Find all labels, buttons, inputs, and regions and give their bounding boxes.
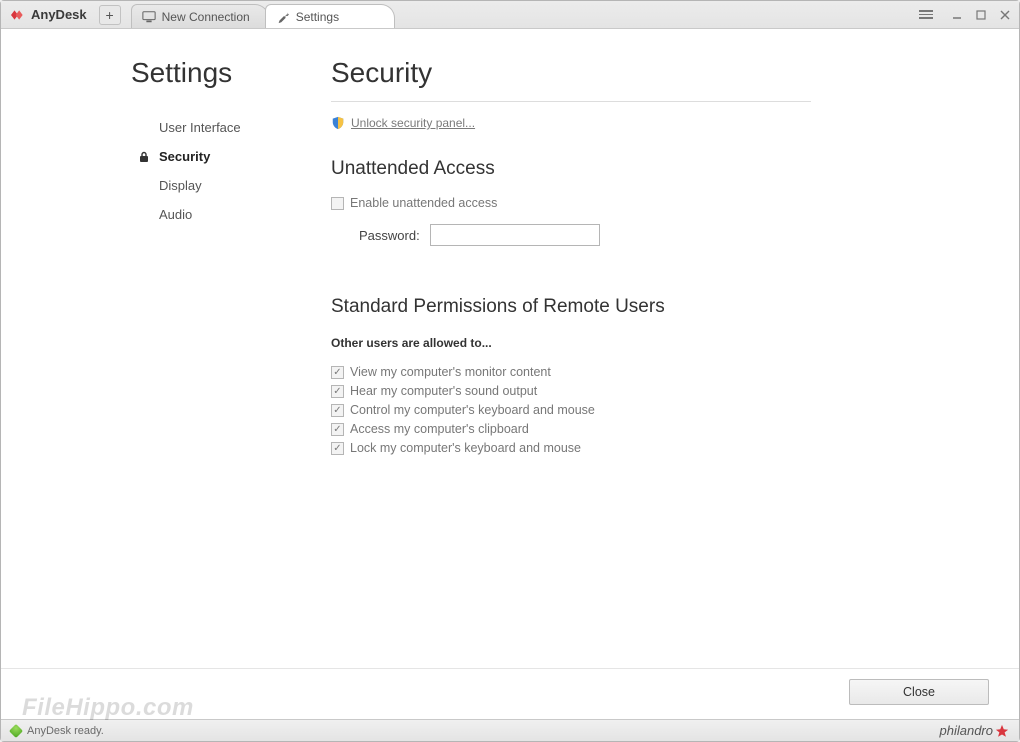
- status-indicator-icon: [9, 723, 23, 737]
- footer-brand: philandro: [940, 723, 1010, 738]
- close-window-button[interactable]: [997, 7, 1013, 23]
- perm-checkbox-control[interactable]: [331, 404, 344, 417]
- page-title: Security: [331, 57, 989, 89]
- sidebar-heading: Settings: [131, 57, 301, 89]
- footer-brand-text: philandro: [940, 723, 994, 738]
- enable-unattended-label: Enable unattended access: [350, 196, 497, 210]
- app-window: AnyDesk + New Connection Settings: [0, 0, 1020, 742]
- sidebar-item-audio[interactable]: Audio: [131, 200, 301, 229]
- minimize-button[interactable]: [949, 7, 965, 23]
- content-area: Settings User Interface Security Display…: [1, 29, 1019, 668]
- tab-settings[interactable]: Settings: [265, 4, 395, 28]
- perm-row: Hear my computer's sound output: [331, 384, 989, 398]
- perm-checkbox-lock[interactable]: [331, 442, 344, 455]
- perm-row: Access my computer's clipboard: [331, 422, 989, 436]
- sidebar-item-security[interactable]: Security: [131, 142, 301, 171]
- monitor-icon: [142, 10, 156, 24]
- tab-label: Settings: [296, 10, 339, 24]
- window-controls: [919, 7, 1013, 23]
- section-unattended-title: Unattended Access: [331, 158, 989, 180]
- password-label: Password:: [359, 228, 420, 243]
- unlock-row: Unlock security panel...: [331, 116, 989, 130]
- app-logo: AnyDesk: [11, 7, 87, 22]
- settings-sidebar: Settings User Interface Security Display…: [131, 57, 301, 668]
- divider: [331, 101, 811, 102]
- perm-label: View my computer's monitor content: [350, 365, 551, 379]
- new-tab-button[interactable]: +: [99, 5, 121, 25]
- philandro-icon: [995, 724, 1009, 738]
- permissions-list: View my computer's monitor content Hear …: [331, 360, 989, 460]
- tab-label: New Connection: [162, 10, 250, 24]
- password-row: Password:: [359, 224, 989, 246]
- perm-row: Control my computer's keyboard and mouse: [331, 403, 989, 417]
- sidebar-item-label: Audio: [159, 207, 192, 222]
- lock-icon: [137, 151, 151, 163]
- close-button[interactable]: Close: [849, 679, 989, 705]
- maximize-button[interactable]: [973, 7, 989, 23]
- shield-icon: [331, 116, 345, 130]
- bottom-bar: Close: [1, 668, 1019, 719]
- perm-checkbox-hear[interactable]: [331, 385, 344, 398]
- menu-icon[interactable]: [919, 10, 933, 19]
- section-permissions-title: Standard Permissions of Remote Users: [331, 296, 989, 318]
- perm-row: View my computer's monitor content: [331, 365, 989, 379]
- tab-new-connection[interactable]: New Connection: [131, 4, 269, 28]
- sidebar-item-user-interface[interactable]: User Interface: [131, 113, 301, 142]
- sidebar-item-label: User Interface: [159, 120, 241, 135]
- enable-unattended-checkbox[interactable]: [331, 197, 344, 210]
- perm-checkbox-view[interactable]: [331, 366, 344, 379]
- titlebar: AnyDesk + New Connection Settings: [1, 1, 1019, 29]
- status-bar: AnyDesk ready. philandro: [1, 719, 1019, 741]
- perm-checkbox-clipboard[interactable]: [331, 423, 344, 436]
- perm-label: Access my computer's clipboard: [350, 422, 529, 436]
- wrench-icon: [276, 10, 290, 24]
- password-input[interactable]: [430, 224, 600, 246]
- tab-bar: New Connection Settings: [131, 1, 391, 28]
- perm-row: Lock my computer's keyboard and mouse: [331, 441, 989, 455]
- anydesk-icon: [11, 8, 25, 22]
- perm-label: Hear my computer's sound output: [350, 384, 537, 398]
- perm-label: Control my computer's keyboard and mouse: [350, 403, 595, 417]
- sidebar-item-label: Security: [159, 149, 210, 164]
- permissions-subtitle: Other users are allowed to...: [331, 336, 989, 350]
- perm-label: Lock my computer's keyboard and mouse: [350, 441, 581, 455]
- status-text: AnyDesk ready.: [27, 725, 104, 737]
- enable-unattended-row: Enable unattended access: [331, 196, 989, 210]
- settings-main: Security Unlock security panel... Unatte…: [301, 57, 989, 668]
- sidebar-item-label: Display: [159, 178, 202, 193]
- app-name: AnyDesk: [31, 7, 87, 22]
- sidebar-item-display[interactable]: Display: [131, 171, 301, 200]
- unlock-security-link[interactable]: Unlock security panel...: [351, 116, 475, 130]
- status-left: AnyDesk ready.: [11, 725, 104, 737]
